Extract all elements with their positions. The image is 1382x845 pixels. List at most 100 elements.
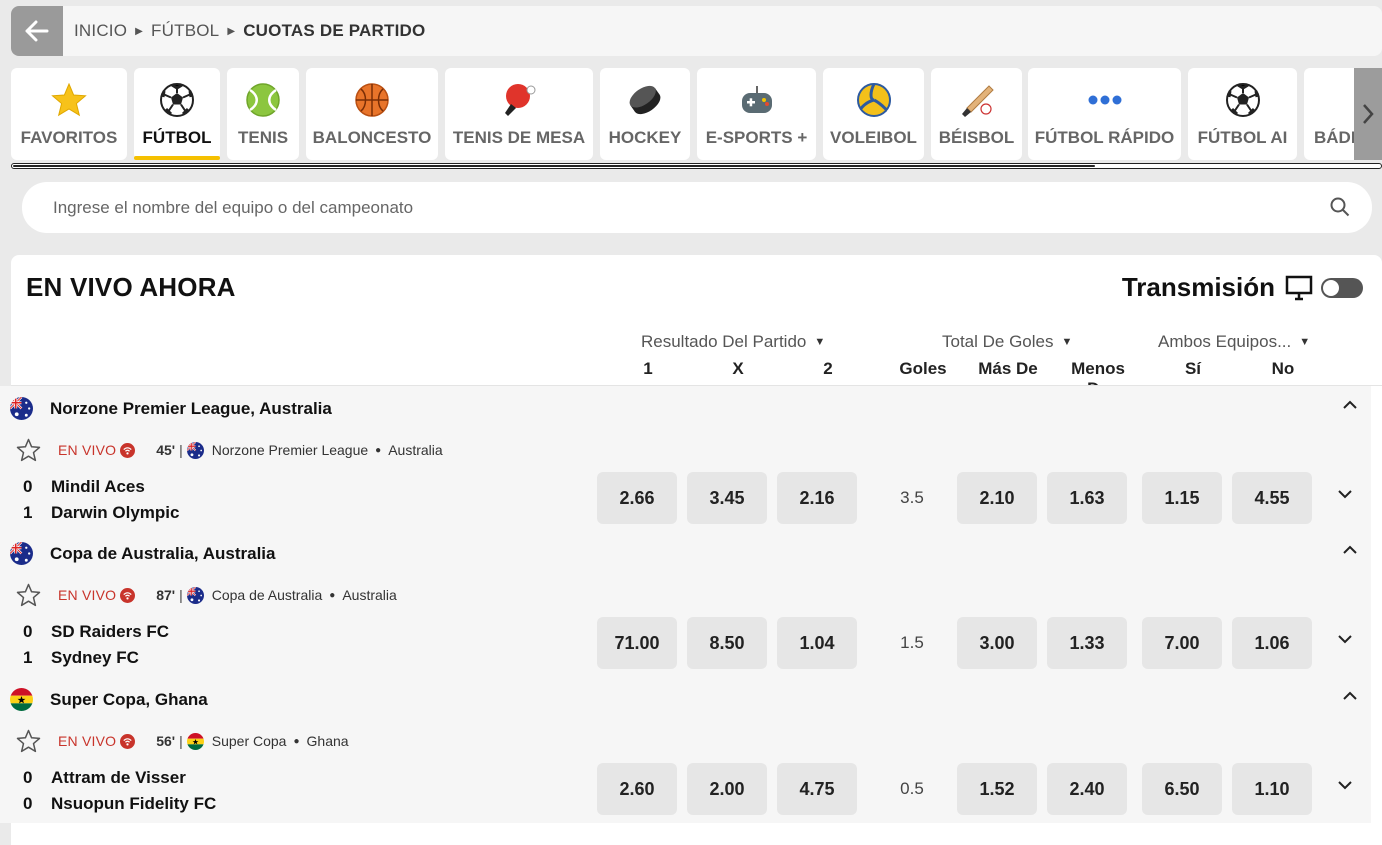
column-header: Goles — [899, 359, 947, 378]
chevron-down-icon[interactable] — [1337, 634, 1353, 644]
soccer-ball-icon — [1224, 81, 1262, 119]
market-total-select[interactable]: Total De Goles ▼ — [942, 332, 1072, 352]
favorite-star-icon[interactable] — [16, 438, 41, 462]
away-team-name: Sydney FC — [51, 648, 139, 667]
breadcrumb-separator-icon: ▶ — [227, 25, 236, 37]
country-name: Australia — [388, 442, 443, 458]
tab-futbol-rapido[interactable]: FÚTBOL RÁPIDO — [1028, 68, 1181, 160]
home-score: 0 — [23, 622, 33, 641]
tab-tenis[interactable]: TENIS — [227, 68, 299, 160]
chevron-down-icon[interactable] — [1337, 489, 1353, 499]
goals-line: 0.5 — [900, 779, 924, 798]
odd-over-button[interactable]: 2.10 — [957, 472, 1037, 524]
breadcrumb-home[interactable]: INICIO — [74, 21, 127, 41]
chevron-up-icon[interactable] — [1342, 691, 1358, 701]
live-signal-icon — [120, 442, 136, 458]
odd-btts-no-button[interactable]: 1.10 — [1232, 763, 1312, 815]
arrow-left-icon — [25, 20, 49, 42]
away-team[interactable]: 0 Nsuopun Fidelity FC — [23, 794, 216, 814]
league-header[interactable]: Copa de Australia, Australia — [10, 542, 275, 565]
tab-voleibol[interactable]: VOLEIBOL — [823, 68, 924, 160]
odd-btts-yes-button[interactable]: 7.00 — [1142, 617, 1222, 669]
away-team[interactable]: 1 Sydney FC — [23, 648, 139, 668]
breadcrumb: INICIO ▶ FÚTBOL ▶ CUOTAS DE PARTIDO — [74, 21, 425, 41]
favorite-star-icon[interactable] — [16, 729, 41, 753]
odd-under-button[interactable]: 2.40 — [1047, 763, 1127, 815]
match-meta: EN VIVO 56' | Super Copa ● Ghana — [16, 729, 349, 753]
market-total-label: Total De Goles — [942, 332, 1054, 351]
match-minute: 87' — [156, 587, 176, 603]
page-title: EN VIVO AHORA — [26, 272, 236, 302]
breadcrumb-section[interactable]: FÚTBOL — [151, 21, 219, 41]
search-input[interactable] — [53, 197, 1313, 218]
country-flag-icon — [186, 441, 204, 459]
league-header[interactable]: Super Copa, Ghana — [10, 688, 208, 711]
stream-toggle-group: Transmisión — [1122, 272, 1363, 303]
country-flag-icon — [186, 732, 204, 750]
market-result-select[interactable]: Resultado Del Partido ▼ — [641, 332, 825, 352]
dot-separator-icon: ● — [375, 444, 382, 456]
odd-draw-button[interactable]: 2.00 — [687, 763, 767, 815]
meta-separator: | — [179, 733, 183, 749]
odd-btts-yes-button[interactable]: 6.50 — [1142, 763, 1222, 815]
tab-e-sports[interactable]: E-SPORTS + — [697, 68, 816, 160]
chevron-down-icon[interactable] — [1337, 780, 1353, 790]
home-team[interactable]: 0 SD Raiders FC — [23, 622, 169, 642]
toggle-knob — [1323, 279, 1339, 296]
tabs-next-button[interactable] — [1354, 68, 1382, 160]
soccer-ball-icon — [158, 81, 196, 119]
tab-favoritos[interactable]: FAVORITOS — [11, 68, 127, 160]
odd-away-button[interactable]: 1.04 — [777, 617, 857, 669]
tabs-scrollbar-thumb[interactable] — [13, 165, 1095, 167]
odd-home-button[interactable]: 2.60 — [597, 763, 677, 815]
column-header: No — [1271, 359, 1295, 378]
dot-separator-icon: ● — [293, 735, 300, 747]
odd-over-button[interactable]: 1.52 — [957, 763, 1037, 815]
tab-futbol-ai[interactable]: FÚTBOL AI — [1188, 68, 1297, 160]
chevron-up-icon[interactable] — [1342, 545, 1358, 555]
home-score: 0 — [23, 768, 33, 787]
away-score: 1 — [23, 648, 33, 667]
odd-under-button[interactable]: 1.33 — [1047, 617, 1127, 669]
hockey-puck-icon — [626, 81, 664, 119]
sport-tabs: FAVORITOS FÚTBOL TENIS BALONCESTO TENIS … — [11, 68, 1382, 169]
odd-draw-button[interactable]: 8.50 — [687, 617, 767, 669]
back-button[interactable] — [11, 6, 63, 56]
home-team[interactable]: 0 Attram de Visser — [23, 768, 186, 788]
odd-over-button[interactable]: 3.00 — [957, 617, 1037, 669]
market-both-select[interactable]: Ambos Equipos... ▼ — [1158, 332, 1310, 352]
tab-tenis-de-mesa[interactable]: TENIS DE MESA — [445, 68, 593, 160]
odd-draw-button[interactable]: 3.45 — [687, 472, 767, 524]
odd-home-button[interactable]: 2.66 — [597, 472, 677, 524]
odd-btts-yes-button[interactable]: 1.15 — [1142, 472, 1222, 524]
live-signal-icon — [120, 587, 136, 603]
tab-hockey[interactable]: HOCKEY — [600, 68, 690, 160]
home-score: 0 — [23, 477, 33, 496]
favorite-star-icon[interactable] — [16, 583, 41, 607]
column-header: 1 — [643, 359, 653, 378]
basketball-icon — [353, 81, 391, 119]
home-team-name: SD Raiders FC — [51, 622, 170, 641]
league-header[interactable]: Norzone Premier League, Australia — [10, 397, 332, 420]
away-team[interactable]: 1 Darwin Olympic — [23, 503, 179, 523]
caret-down-icon: ▼ — [1061, 336, 1073, 348]
breadcrumb-current: CUOTAS DE PARTIDO — [243, 21, 426, 40]
tab-beisbol[interactable]: BÉISBOL — [931, 68, 1022, 160]
stream-toggle[interactable] — [1321, 277, 1363, 298]
search-icon[interactable] — [1330, 197, 1350, 217]
odd-btts-no-button[interactable]: 4.55 — [1232, 472, 1312, 524]
tab-futbol[interactable]: FÚTBOL — [134, 68, 220, 160]
odd-home-button[interactable]: 71.00 — [597, 617, 677, 669]
odd-btts-no-button[interactable]: 1.06 — [1232, 617, 1312, 669]
home-team[interactable]: 0 Mindil Aces — [23, 477, 145, 497]
odd-away-button[interactable]: 2.16 — [777, 472, 857, 524]
tab-label: FAVORITOS — [20, 128, 118, 147]
odd-under-button[interactable]: 1.63 — [1047, 472, 1127, 524]
live-signal-icon — [120, 733, 136, 749]
tab-baloncesto[interactable]: BALONCESTO — [306, 68, 438, 160]
chevron-up-icon[interactable] — [1342, 400, 1358, 410]
competition-name: Copa de Australia — [211, 587, 323, 603]
star-icon — [50, 81, 88, 119]
odd-away-button[interactable]: 4.75 — [777, 763, 857, 815]
tabs-scrollbar[interactable] — [11, 163, 1382, 169]
